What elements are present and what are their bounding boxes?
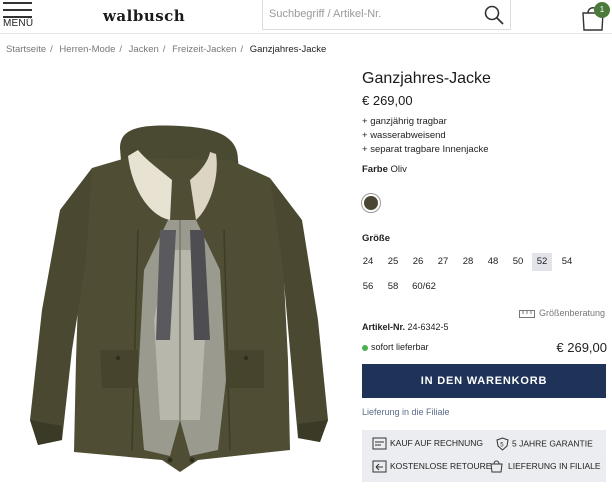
color-row: Farbe Oliv — [362, 164, 407, 175]
benefits-box: KAUF AUF RECHNUNG 5 5 JAHRE GARANTIE KOS… — [362, 430, 606, 482]
breadcrumb: Startseite / Herren-Mode / Jacken / Freizei… — [6, 44, 327, 55]
color-swatch-oliv[interactable] — [361, 193, 381, 213]
breadcrumb-current: Ganzjahres-Jacke — [249, 44, 327, 55]
article-label: Artikel-Nr. — [362, 322, 406, 332]
site-header: MENÜ walbusch 1 — [0, 0, 612, 34]
benefit-invoice: KAUF AUF RECHNUNG — [372, 437, 483, 450]
store-delivery-link[interactable]: Lieferung in die Filiale — [362, 407, 450, 417]
size-option[interactable]: 54 — [557, 253, 577, 271]
size-option[interactable]: 28 — [458, 253, 478, 271]
color-value: Oliv — [390, 164, 407, 175]
breadcrumb-item[interactable]: Freizeit-Jacken — [172, 44, 236, 55]
swatch-fill — [364, 196, 378, 210]
size-option[interactable]: 50 — [508, 253, 528, 271]
benefit-guarantee: 5 5 JAHRE GARANTIE — [496, 437, 593, 451]
size-option[interactable]: 60/62 — [410, 278, 438, 296]
search-icon[interactable] — [483, 4, 505, 26]
size-guide-link[interactable]: Größenberatung — [519, 308, 605, 319]
benefit-label: 5 JAHRE GARANTIE — [512, 438, 593, 449]
breadcrumb-item[interactable]: Startseite — [6, 44, 46, 55]
size-option[interactable]: 58 — [383, 278, 403, 296]
benefit-store: LIEFERUNG IN FILIALE — [490, 460, 601, 473]
article-number: Artikel-Nr. 24-6342-5 — [362, 322, 449, 332]
search-box — [262, 0, 511, 30]
size-option[interactable]: 56 — [358, 278, 378, 296]
benefit-label: KOSTENLOSE RETOURE — [390, 460, 492, 471]
add-to-cart-button[interactable]: IN DEN WARENKORB — [362, 364, 606, 398]
product-title: Ganzjahres-Jacke — [362, 70, 491, 87]
size-option[interactable]: 27 — [433, 253, 453, 271]
article-value: 24-6342-5 — [407, 322, 449, 332]
color-label: Farbe — [362, 164, 388, 175]
return-box-icon — [372, 460, 387, 473]
breadcrumb-item[interactable]: Jacken — [129, 44, 159, 55]
svg-text:5: 5 — [500, 443, 504, 449]
size-option[interactable]: 26 — [408, 253, 428, 271]
size-option[interactable]: 48 — [483, 253, 503, 271]
size-guide-label: Größenberatung — [539, 308, 606, 318]
feature-item: ganzjährig tragbar — [362, 115, 489, 129]
benefit-label: KAUF AUF RECHNUNG — [390, 437, 484, 448]
feature-list: ganzjährig tragbar wasserabweisend separ… — [362, 115, 489, 157]
size-option[interactable]: 24 — [358, 253, 378, 271]
hamburger-icon — [3, 2, 32, 18]
shield-icon: 5 — [496, 437, 509, 451]
cart-count-badge: 1 — [594, 2, 610, 18]
size-label: Größe — [362, 233, 390, 244]
menu-label: MENÜ — [3, 18, 34, 29]
feature-item: separat tragbare Innenjacke — [362, 143, 488, 157]
benefit-label: LIEFERUNG IN FILIALE — [508, 460, 601, 471]
search-input[interactable] — [263, 0, 473, 28]
menu-button[interactable]: MENÜ — [3, 1, 33, 31]
price-main: € 269,00 — [556, 340, 607, 355]
breadcrumb-item[interactable]: Herren-Mode — [59, 44, 115, 55]
product-price: € 269,00 — [362, 93, 413, 108]
store-bag-icon — [490, 460, 503, 473]
availability: sofort lieferbar — [362, 342, 429, 352]
cart-button[interactable]: 1 — [580, 2, 612, 32]
size-option-selected[interactable]: 52 — [532, 253, 552, 271]
invoice-icon — [372, 437, 387, 450]
feature-item: wasserabweisend — [362, 129, 489, 143]
available-dot-icon — [362, 344, 368, 351]
size-option[interactable]: 25 — [383, 253, 403, 271]
logo[interactable]: walbusch — [103, 7, 185, 25]
benefit-return: KOSTENLOSE RETOURE — [372, 460, 491, 473]
product-image — [30, 125, 328, 472]
availability-text: sofort lieferbar — [371, 342, 429, 352]
ruler-icon — [519, 309, 535, 318]
